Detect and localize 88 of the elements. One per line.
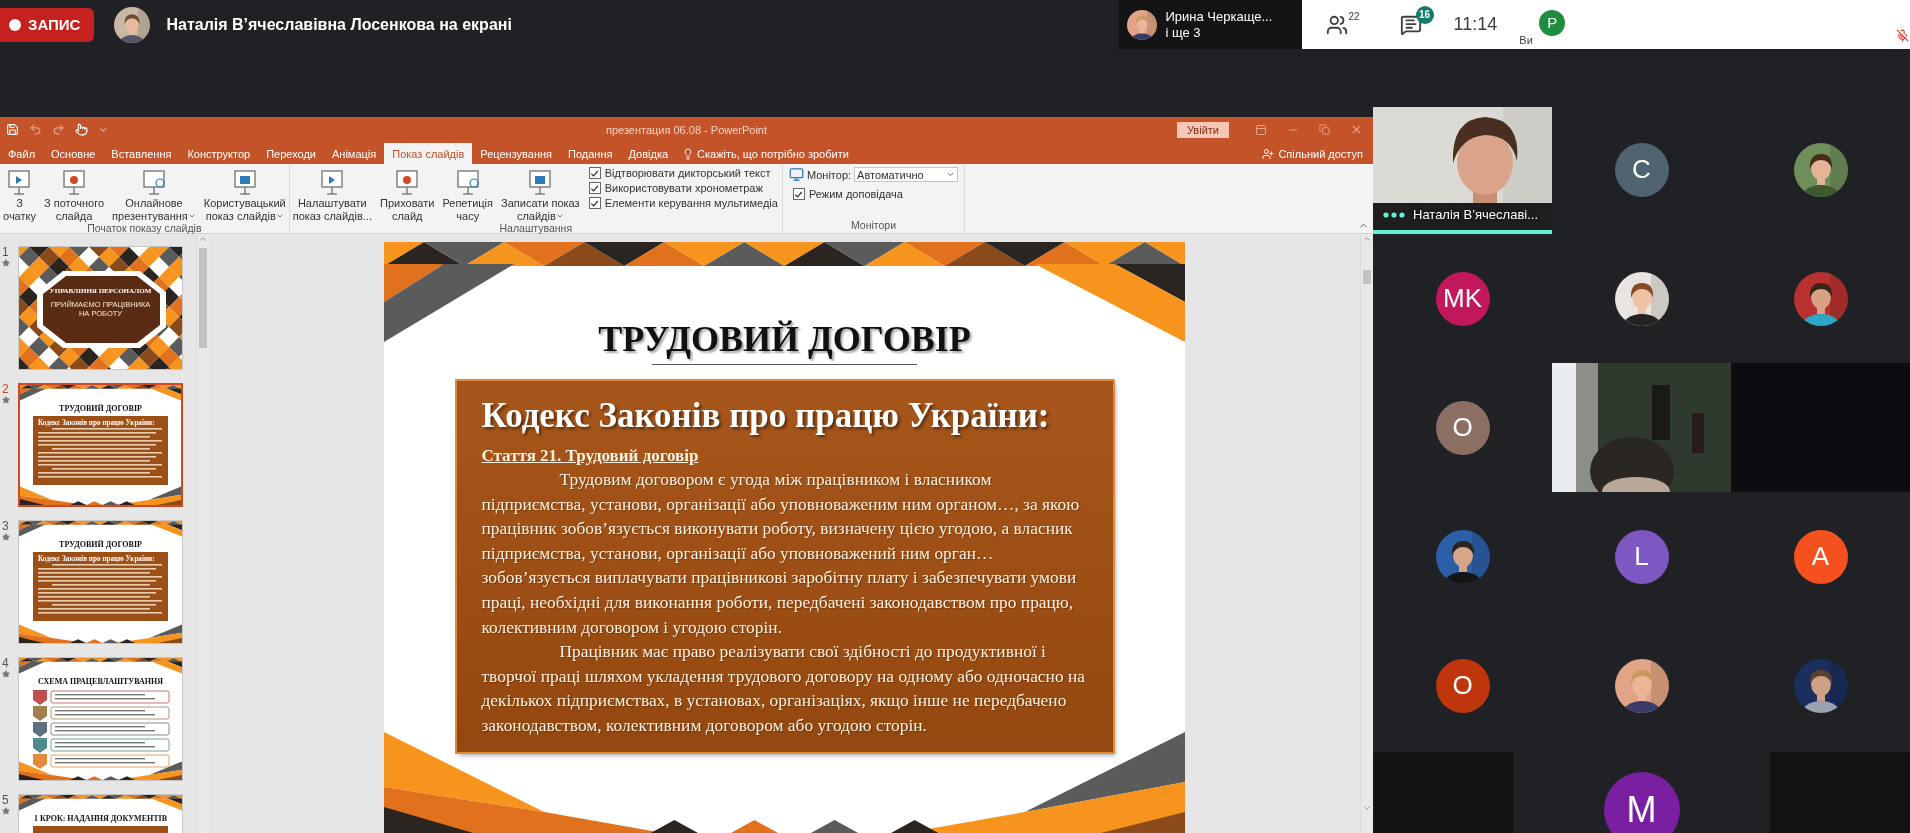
- pointer-icon[interactable]: [75, 123, 88, 136]
- ribbon-tab[interactable]: Конструктор: [179, 143, 259, 164]
- field-label: Монітор:: [806, 168, 852, 181]
- ribbon-tab[interactable]: Вставлення: [103, 143, 180, 164]
- save-icon[interactable]: [6, 123, 19, 136]
- slide-title: ТРУДОВИЙ ДОГОВІР: [59, 404, 142, 413]
- sign-in-button[interactable]: Увійти: [1177, 121, 1229, 138]
- checkbox[interactable]: [792, 188, 805, 200]
- slide-number: 4: [2, 657, 9, 670]
- ribbon-button[interactable]: Приховати слайд: [377, 167, 438, 222]
- avatar: MK: [1435, 271, 1490, 326]
- scroll-up-icon[interactable]: [1362, 234, 1372, 244]
- redo-icon[interactable]: [52, 123, 65, 136]
- avatar: O: [1435, 400, 1490, 455]
- avatar: P: [1539, 9, 1566, 36]
- ribbon-tab[interactable]: Анімація: [324, 143, 385, 164]
- slide-number: 1: [2, 246, 9, 259]
- scroll-down-icon[interactable]: [1362, 803, 1372, 813]
- ribbon-button[interactable]: Налаштувати показ слайдів...: [289, 167, 375, 222]
- tell-me-field[interactable]: Скажіть, що потрібно зробити: [697, 147, 849, 160]
- ribbon-tab[interactable]: Рецензування: [472, 143, 561, 164]
- scrollbar-thumb[interactable]: [199, 248, 207, 348]
- avatar: M: [1603, 772, 1680, 833]
- checkbox-label: Відтворювати дикторський текст: [604, 167, 771, 179]
- share-button[interactable]: Спільний доступ: [1262, 143, 1363, 164]
- slide-number: 5: [2, 794, 9, 807]
- participant-count: 22: [1348, 10, 1360, 22]
- ribbon-button[interactable]: Записати показ слайдів: [498, 167, 583, 222]
- presenter-label: Наталія В’ячеславівна Лосенкова на екрані: [166, 15, 512, 34]
- slide-title: СХЕМА ПРАЦЕВЛАШТУВАННЯ: [38, 677, 163, 686]
- slide-heading: Кодекс Законів про працю України:: [481, 395, 1051, 437]
- ribbon-button[interactable]: Репетиція часу: [439, 167, 496, 222]
- paragraph: Трудовим договором є угода між працівником і власником підприємства, установи, організації або уповноваженим ним органом…, за якою працівник зобов’язується виконувати роботу, визначену цією угодою, а власник підприємства, установи, організації або уповноважений ним орган… зобов’язується виплачувати працівникові заробітну плату і забезпечувати умови праці, необхідні для виконання роботи, передбачені законодавством про працю, колективним договором і угодою сторін.: [481, 468, 1081, 639]
- clock-time: 11:14: [1453, 14, 1498, 35]
- recording-indicator: ЗАПИС: [0, 7, 95, 42]
- ribbon-tab[interactable]: Подання: [560, 143, 621, 164]
- ribbon-tab[interactable]: Показ слайдів: [384, 143, 473, 164]
- checkbox[interactable]: [588, 197, 601, 209]
- chat-count-badge: 16: [1415, 5, 1434, 24]
- record-dot-icon: [9, 18, 21, 31]
- scrollbar-thumb[interactable]: [1363, 270, 1371, 284]
- slide-number: 2: [2, 383, 9, 396]
- avatar: A: [1793, 529, 1848, 584]
- user-plus-icon: [1262, 147, 1275, 160]
- ribbon-button[interactable]: Користувацький показ слайдів: [200, 167, 289, 222]
- slide-thumbnail[interactable]: 1 КРОК: НАДАННЯ ДОКУМЕНТІВ: [18, 794, 183, 833]
- checkbox[interactable]: [588, 167, 601, 179]
- caret-icon: [946, 170, 956, 179]
- group-label: Налаштування: [499, 222, 573, 234]
- ribbon-button[interactable]: З очатку: [0, 167, 39, 222]
- self-label: Ви: [1519, 33, 1533, 46]
- ribbon-tab[interactable]: Основне: [43, 143, 104, 164]
- participant-name: Наталія В’ячеславі...: [1413, 207, 1539, 222]
- slide-title: 1 КРОК: НАДАННЯ ДОКУМЕНТІВ: [34, 814, 167, 823]
- close-icon[interactable]: [1350, 123, 1363, 136]
- window-title: презентация 06.08 - PowerPoint: [605, 123, 768, 136]
- ribbon-tab[interactable]: Довідка: [620, 143, 677, 164]
- paragraph: Працівник має право реалізувати свої здібності до продуктивної і творчої праці шляхом укладення трудового договору на одному або одночасно на декількох підприємствах, в установах, організаціях, якщо інше не передбачено законодавством, колективним договором або угодою сторін.: [481, 640, 1086, 737]
- undo-icon[interactable]: [29, 123, 42, 136]
- speaker-name: Ирина Черкаще...: [1165, 8, 1273, 25]
- avatar: O: [1435, 658, 1490, 713]
- ribbon-tab[interactable]: Файл: [0, 143, 44, 164]
- checkbox-label: Елементи керування мультимедіа: [604, 197, 778, 209]
- ribbon-display-icon[interactable]: [1255, 123, 1267, 136]
- slide-title: ТРУДОВИЙ ДОГОВІР: [598, 318, 971, 360]
- scroll-up-icon[interactable]: [198, 234, 208, 244]
- group-label: Початок показу слайдів: [87, 222, 202, 234]
- ribbon-tab[interactable]: Переходи: [258, 143, 324, 164]
- article-title: Стаття 21. Трудовий договір: [481, 445, 700, 467]
- avatar: C: [1614, 142, 1669, 197]
- speakers-card[interactable]: Ирина Черкаще... і ще 3: [1119, 0, 1303, 49]
- checkbox-label: Використовувати хронометраж: [604, 182, 763, 194]
- speaking-dots-icon: [1383, 211, 1405, 218]
- avatar: L: [1614, 529, 1669, 584]
- checkbox-label: Режим доповідача: [808, 188, 903, 200]
- checkbox[interactable]: [588, 182, 601, 194]
- restore-icon[interactable]: [1319, 124, 1330, 135]
- ribbon-button[interactable]: З поточного слайда: [40, 167, 108, 222]
- group-label: Монітори: [850, 219, 897, 233]
- lightbulb-icon: [682, 147, 695, 160]
- people-icon[interactable]: [1326, 13, 1349, 36]
- slide-thumbnail[interactable]: СХЕМА ПРАЦЕВЛАШТУВАННЯ: [18, 657, 183, 781]
- speaker-more: і ще 3: [1165, 24, 1202, 41]
- monitor-icon: [788, 167, 804, 182]
- ribbon-button[interactable]: Онлайнове презентування: [109, 167, 199, 222]
- slide-title: ТРУДОВИЙ ДОГОВІР: [59, 540, 142, 549]
- monitor-select[interactable]: Автоматично: [854, 167, 959, 182]
- slide-number: 3: [2, 520, 9, 533]
